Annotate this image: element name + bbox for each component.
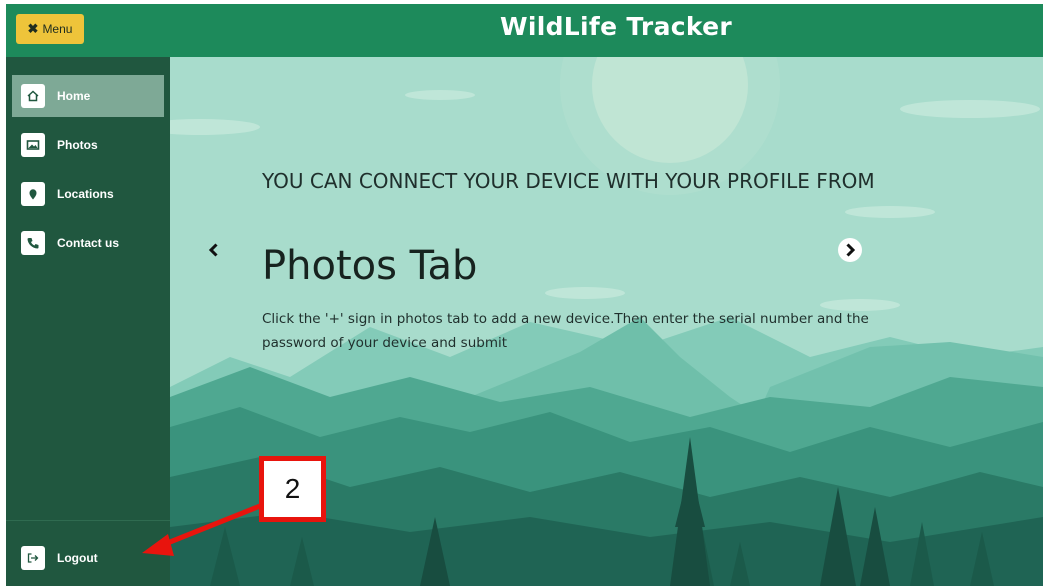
- home-icon: [21, 84, 45, 108]
- slide-description: Click the '+' sign in photos tab to add …: [262, 311, 869, 351]
- sidebar: Home Photos Locations Contact us Logout: [6, 57, 170, 586]
- sidebar-item-label: Locations: [57, 187, 114, 201]
- image-icon: [21, 133, 45, 157]
- sidebar-item-home[interactable]: Home: [12, 75, 164, 117]
- logout-icon: [21, 546, 45, 570]
- menu-toggle-button[interactable]: ✖ Menu: [16, 14, 84, 44]
- carousel-prev-button[interactable]: [202, 238, 226, 262]
- sidebar-item-locations[interactable]: Locations: [12, 173, 164, 215]
- sidebar-item-label: Contact us: [57, 236, 120, 250]
- sidebar-item-photos[interactable]: Photos: [12, 124, 164, 166]
- carousel-next-button[interactable]: [838, 238, 862, 262]
- sidebar-item-label: Home: [57, 89, 91, 103]
- slide-heading: YOU CAN CONNECT YOUR DEVICE WITH YOUR PR…: [262, 169, 875, 193]
- chevron-right-icon: [846, 243, 856, 257]
- sidebar-item-label: Photos: [57, 138, 98, 152]
- logout-label: Logout: [57, 551, 98, 565]
- menu-button-label: Menu: [42, 22, 73, 36]
- app-title: WildLife Tracker: [499, 12, 732, 41]
- logout-button[interactable]: Logout: [12, 537, 164, 579]
- slide-title: Photos Tab: [262, 243, 478, 289]
- top-header: ✖ Menu WildLife Tracker: [6, 4, 1043, 57]
- app-window: ✖ Menu WildLife Tracker Home Photos Loca…: [6, 4, 1043, 586]
- annotation-label: 2: [259, 456, 326, 522]
- sidebar-item-contact-us[interactable]: Contact us: [12, 222, 164, 264]
- chevron-left-icon: [208, 243, 218, 257]
- map-pin-icon: [21, 182, 45, 206]
- close-icon: ✖: [27, 21, 39, 36]
- phone-icon: [21, 231, 45, 255]
- sidebar-divider: [6, 520, 170, 521]
